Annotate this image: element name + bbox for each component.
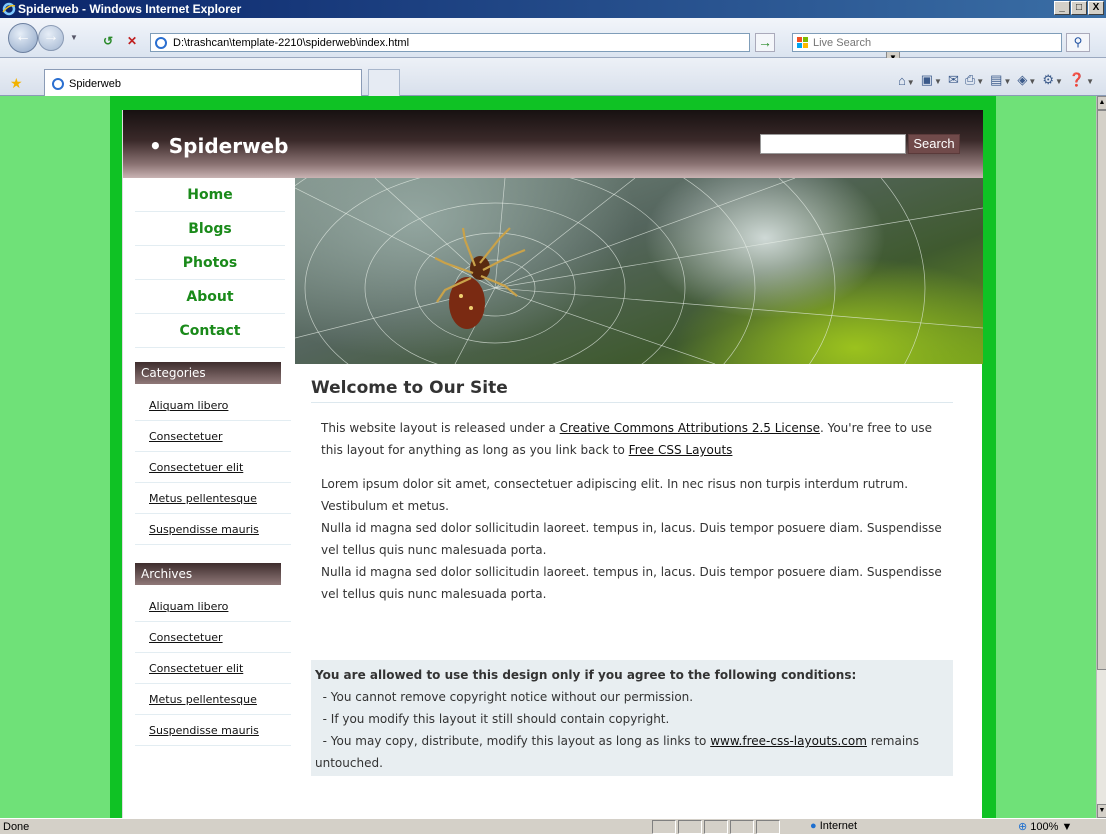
main-content: Welcome to Our Site This website layout … bbox=[311, 378, 953, 605]
category-link[interactable]: Consectetuer elit bbox=[135, 452, 291, 483]
search-magnifier-icon[interactable]: ⚲ bbox=[1066, 33, 1090, 52]
lorem-line: Lorem ipsum dolor sit amet, consectetuer… bbox=[321, 477, 909, 513]
new-tab-button[interactable] bbox=[368, 69, 400, 96]
category-link[interactable]: Suspendisse mauris bbox=[135, 514, 291, 545]
home-icon[interactable]: ⌂▼ bbox=[898, 73, 915, 88]
zoom-icon: ⊕ bbox=[1018, 821, 1028, 833]
tab-ie-icon bbox=[52, 78, 64, 90]
live-search-input[interactable] bbox=[813, 35, 1053, 50]
tab-bar: ★ Spiderweb ⌂▼ ▣▼ ✉ ⎙▼ ▤▼ ◈▼ ⚙▼ ❓▼ bbox=[0, 58, 1106, 96]
zone-label: Internet bbox=[819, 820, 858, 832]
page-menu-icon[interactable]: ▤▼ bbox=[990, 72, 1011, 88]
archives-heading: Archives bbox=[135, 563, 281, 585]
status-pane bbox=[704, 820, 728, 834]
category-link[interactable]: Metus pellentesque bbox=[135, 483, 291, 514]
back-arrow-icon[interactable]: ← bbox=[8, 23, 38, 53]
site-logo[interactable]: • Spiderweb bbox=[149, 134, 288, 158]
archive-link[interactable]: Consectetuer bbox=[135, 622, 291, 653]
scroll-up-icon[interactable]: ▲ bbox=[1097, 96, 1106, 110]
site-header: • Spiderweb Search bbox=[123, 110, 983, 178]
safety-icon[interactable]: ◈▼ bbox=[1017, 72, 1036, 88]
status-pane bbox=[756, 820, 780, 834]
free-css-layouts-url-link[interactable]: www.free-css-layouts.com bbox=[710, 734, 867, 748]
ie-logo-icon bbox=[2, 2, 16, 16]
lorem-line: Nulla id magna sed dolor sollicitudin la… bbox=[321, 565, 942, 601]
condition-line: - You may copy, distribute, modify this … bbox=[315, 730, 949, 774]
print-icon[interactable]: ⎙▼ bbox=[965, 72, 984, 88]
address-toolbar: ← → ▼ ↺ ✕ D:\trashcan\template-2210\spid… bbox=[0, 18, 1106, 66]
lorem-line: Nulla id magna sed dolor sollicitudin la… bbox=[321, 521, 942, 557]
categories-heading: Categories bbox=[135, 362, 281, 384]
address-text[interactable]: D:\trashcan\template-2210\spiderweb\inde… bbox=[173, 37, 409, 49]
mail-icon[interactable]: ✉ bbox=[948, 72, 959, 88]
zoom-dropdown-icon[interactable]: ▼ bbox=[1061, 821, 1072, 833]
license-paragraph: This website layout is released under a … bbox=[311, 417, 953, 461]
category-link[interactable]: Aliquam libero bbox=[135, 390, 291, 421]
conditions-title: You are allowed to use this design only … bbox=[315, 668, 857, 682]
site-search-input[interactable] bbox=[760, 134, 906, 154]
zoom-control[interactable]: ⊕ 100% ▼ bbox=[1018, 820, 1072, 833]
main-nav: Home Blogs Photos About Contact bbox=[123, 178, 291, 348]
page-container: • Spiderweb Search Home Blogs Photos Abo… bbox=[122, 110, 983, 818]
refresh-icon[interactable]: ↺ bbox=[100, 34, 116, 50]
free-css-layouts-link[interactable]: Free CSS Layouts bbox=[629, 443, 733, 457]
nav-about[interactable]: About bbox=[135, 280, 285, 314]
scroll-thumb[interactable] bbox=[1097, 110, 1106, 670]
status-pane bbox=[652, 820, 676, 834]
page-icon bbox=[155, 37, 167, 49]
archive-link[interactable]: Aliquam libero bbox=[135, 591, 291, 622]
address-bar[interactable]: D:\trashcan\template-2210\spiderweb\inde… bbox=[150, 33, 900, 66]
status-text: Done bbox=[3, 821, 30, 833]
status-pane bbox=[730, 820, 754, 834]
feeds-icon[interactable]: ▣▼ bbox=[921, 72, 942, 88]
nav-home[interactable]: Home bbox=[135, 178, 285, 212]
nav-photos[interactable]: Photos bbox=[135, 246, 285, 280]
archive-link[interactable]: Metus pellentesque bbox=[135, 684, 291, 715]
minimize-button[interactable]: _ bbox=[1054, 1, 1070, 15]
nav-blogs[interactable]: Blogs bbox=[135, 212, 285, 246]
zoom-level[interactable]: 100% bbox=[1030, 821, 1058, 833]
site-search-button[interactable]: Search bbox=[908, 134, 960, 154]
sidebar: Home Blogs Photos About Contact Categori… bbox=[123, 178, 291, 746]
close-button[interactable]: X bbox=[1088, 1, 1104, 15]
archives-list: Aliquam libero Consectetuer Consectetuer… bbox=[135, 585, 291, 746]
condition-line: - If you modify this layout it still sho… bbox=[315, 712, 670, 726]
help-icon[interactable]: ❓▼ bbox=[1069, 72, 1094, 88]
tab-spiderweb[interactable]: Spiderweb bbox=[44, 69, 362, 96]
archive-link[interactable]: Suspendisse mauris bbox=[135, 715, 291, 746]
favorites-star-icon[interactable]: ★ bbox=[10, 75, 23, 92]
category-link[interactable]: Consectetuer bbox=[135, 421, 291, 452]
window-title-bar: Spiderweb - Windows Internet Explorer _ … bbox=[0, 0, 1106, 18]
internet-zone: ● Internet bbox=[810, 820, 857, 832]
spiderweb-banner-image bbox=[295, 178, 983, 364]
tab-label: Spiderweb bbox=[69, 78, 121, 90]
browser-viewport: • Spiderweb Search Home Blogs Photos Abo… bbox=[0, 96, 1096, 818]
categories-list: Aliquam libero Consectetuer Consectetuer… bbox=[135, 384, 291, 545]
status-pane bbox=[678, 820, 702, 834]
conditions-box: You are allowed to use this design only … bbox=[311, 660, 953, 776]
window-title: Spiderweb - Windows Internet Explorer bbox=[18, 2, 242, 16]
live-search-box[interactable] bbox=[792, 33, 1062, 52]
lorem-paragraph: Lorem ipsum dolor sit amet, consectetuer… bbox=[311, 473, 953, 605]
spider-web-icon bbox=[295, 178, 983, 364]
live-search-logo-icon bbox=[797, 37, 808, 48]
nav-contact[interactable]: Contact bbox=[135, 314, 285, 348]
forward-arrow-icon[interactable]: → bbox=[38, 25, 64, 51]
go-arrow-icon[interactable]: → bbox=[755, 33, 775, 52]
license-text: This website layout is released under a bbox=[321, 421, 560, 435]
globe-icon: ● bbox=[810, 820, 817, 832]
cc-license-link[interactable]: Creative Commons Attributions 2.5 Licens… bbox=[560, 421, 820, 435]
welcome-heading: Welcome to Our Site bbox=[311, 378, 953, 403]
condition-text: - You may copy, distribute, modify this … bbox=[315, 734, 711, 748]
scroll-down-icon[interactable]: ▼ bbox=[1097, 804, 1106, 818]
stop-icon[interactable]: ✕ bbox=[124, 34, 140, 50]
status-bar: Done ● Internet ⊕ 100% ▼ bbox=[0, 818, 1106, 834]
condition-line: - You cannot remove copyright notice wit… bbox=[315, 690, 694, 704]
maximize-button[interactable]: □ bbox=[1071, 1, 1087, 15]
history-dropdown-icon[interactable]: ▼ bbox=[70, 33, 78, 42]
archive-link[interactable]: Consectetuer elit bbox=[135, 653, 291, 684]
tools-gear-icon[interactable]: ⚙▼ bbox=[1042, 72, 1063, 88]
vertical-scrollbar[interactable]: ▲ ▼ bbox=[1096, 96, 1106, 818]
